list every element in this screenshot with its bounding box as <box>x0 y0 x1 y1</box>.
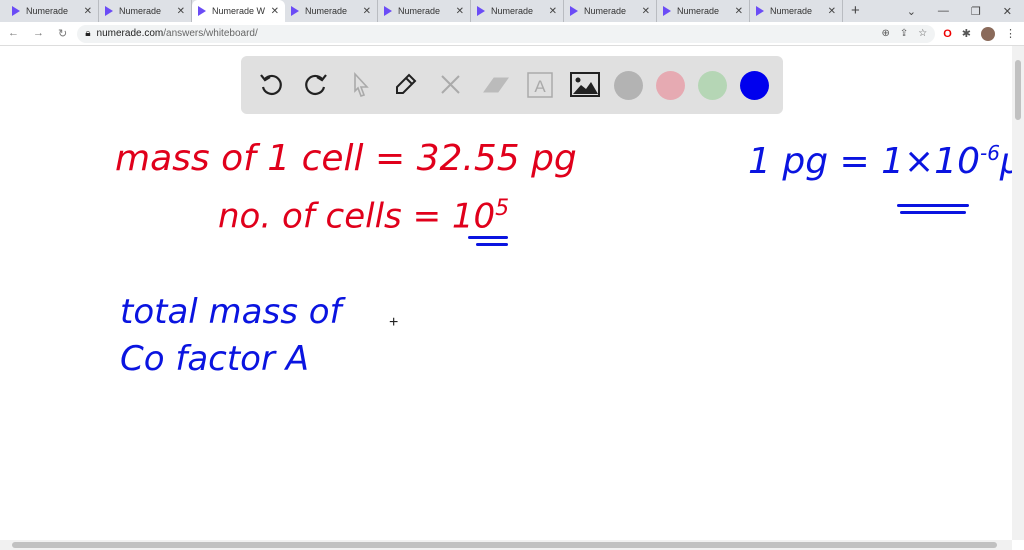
close-tab-icon[interactable]: ✕ <box>456 6 464 17</box>
extensions-icon[interactable]: ✱ <box>962 27 971 40</box>
handwriting-cofactor: Co factor A <box>120 339 310 379</box>
back-icon[interactable]: ← <box>8 27 19 40</box>
numerade-favicon-icon <box>12 6 20 16</box>
handwriting-total-mass: total mass of <box>120 292 342 332</box>
numerade-favicon-icon <box>291 6 299 16</box>
handwriting-no-of-cells-text: no. of cells = 10 <box>218 196 496 237</box>
close-tab-icon[interactable]: ✕ <box>642 6 650 17</box>
numerade-favicon-icon <box>663 6 671 16</box>
minimize-icon[interactable]: — <box>938 5 949 17</box>
whiteboard-toolbar: A <box>241 56 783 114</box>
handwriting-note-text: 1 pg = 1×10 <box>748 141 980 182</box>
browser-tab[interactable]: Numerade ✕ <box>471 0 564 22</box>
tab-title: Numerade <box>491 6 534 16</box>
new-tab-button[interactable]: + <box>843 0 868 22</box>
eraser-icon[interactable] <box>480 69 512 101</box>
url-path: /answers/whiteboard/ <box>163 28 258 39</box>
tab-bar: Numerade ✕ Numerade ✕ Numerade W ✕ Numerade ✕ Nu… <box>0 0 1024 22</box>
bookmark-star-icon[interactable]: ☆ <box>918 28 927 39</box>
tab-title: Numerade <box>398 6 441 16</box>
window-controls: ⌄ — ❐ ✕ <box>907 0 1024 22</box>
tab-title: Numerade <box>584 6 627 16</box>
close-tab-icon[interactable]: ✕ <box>363 6 371 17</box>
handwriting-note-exponent: -6 <box>979 141 1000 165</box>
close-window-icon[interactable]: ✕ <box>1003 5 1012 18</box>
image-icon[interactable] <box>569 69 601 101</box>
whiteboard-canvas[interactable]: A mass of 1 cell = 32.55 pg no. of cells… <box>0 46 1024 540</box>
close-tab-icon[interactable]: ✕ <box>549 6 557 17</box>
browser-tab[interactable]: Numerade ✕ <box>6 0 99 22</box>
numerade-favicon-icon <box>105 6 113 16</box>
svg-text:A: A <box>535 77 547 96</box>
share-icon[interactable]: ⇪ <box>900 28 908 39</box>
color-gray-swatch[interactable] <box>614 70 644 100</box>
tab-title: Numerade <box>305 6 348 16</box>
browser-tab[interactable]: Numerade ✕ <box>285 0 378 22</box>
redo-icon[interactable] <box>300 69 332 101</box>
browser-tab[interactable]: Numerade ✕ <box>99 0 192 22</box>
color-blue-swatch[interactable] <box>739 70 769 100</box>
tab-search-icon[interactable]: ⌄ <box>907 5 916 18</box>
color-pink-swatch[interactable] <box>655 70 685 100</box>
numerade-favicon-icon <box>384 6 392 16</box>
close-tab-icon[interactable]: ✕ <box>84 6 92 17</box>
numerade-favicon-icon <box>477 6 485 16</box>
lock-icon: 🔒︎ <box>85 28 91 39</box>
browser-tab[interactable]: Numerade W ✕ <box>192 0 285 22</box>
zoom-icon[interactable]: ⊕ <box>881 28 889 39</box>
address-bar: ← → ↻ 🔒︎ numerade.com/answers/whiteboard/ ⊕… <box>0 22 1024 46</box>
tools-icon[interactable] <box>435 69 467 101</box>
color-green-swatch[interactable] <box>697 70 727 100</box>
handwriting-no-of-cells: no. of cells = 105 <box>218 196 509 236</box>
menu-icon[interactable]: ⋮ <box>1005 27 1016 40</box>
tab-title: Numerade <box>119 6 162 16</box>
browser-tab[interactable]: Numerade ✕ <box>564 0 657 22</box>
tab-title: Numerade <box>677 6 720 16</box>
horizontal-scrollbar[interactable] <box>0 540 1012 550</box>
close-tab-icon[interactable]: ✕ <box>271 6 279 17</box>
tab-title: Numerade <box>26 6 69 16</box>
url-field[interactable]: 🔒︎ numerade.com/answers/whiteboard/ ⊕ ⇪ ☆ <box>77 24 936 43</box>
restore-icon[interactable]: ❐ <box>971 5 981 18</box>
undo-icon[interactable] <box>255 69 287 101</box>
profile-avatar[interactable] <box>981 26 995 41</box>
numerade-favicon-icon <box>198 6 206 16</box>
vertical-scrollbar[interactable] <box>1012 46 1024 540</box>
reload-icon[interactable]: ↻ <box>58 27 67 40</box>
crosshair-cursor-icon: + <box>389 314 399 331</box>
handwriting-pg-conversion: 1 pg = 1×10-6μg <box>748 141 1024 182</box>
handwriting-mass-of-cell: mass of 1 cell = 32.55 pg <box>115 138 577 179</box>
tab-title: Numerade <box>770 6 813 16</box>
close-tab-icon[interactable]: ✕ <box>828 6 836 17</box>
pen-icon[interactable] <box>390 69 422 101</box>
numerade-favicon-icon <box>756 6 764 16</box>
browser-tab[interactable]: Numerade ✕ <box>378 0 471 22</box>
browser-tab[interactable]: Numerade ✕ <box>750 0 843 22</box>
close-tab-icon[interactable]: ✕ <box>177 6 185 17</box>
select-cursor-icon[interactable] <box>345 69 377 101</box>
url-host: numerade.com <box>96 28 164 39</box>
forward-icon[interactable]: → <box>33 27 44 40</box>
handwriting-exponent: 5 <box>495 196 510 221</box>
browser-tab[interactable]: Numerade ✕ <box>657 0 750 22</box>
close-tab-icon[interactable]: ✕ <box>735 6 743 17</box>
numerade-favicon-icon <box>570 6 578 16</box>
opera-icon[interactable]: O <box>943 28 952 40</box>
tab-title: Numerade W <box>212 6 266 16</box>
text-tool-icon[interactable]: A <box>524 69 556 101</box>
